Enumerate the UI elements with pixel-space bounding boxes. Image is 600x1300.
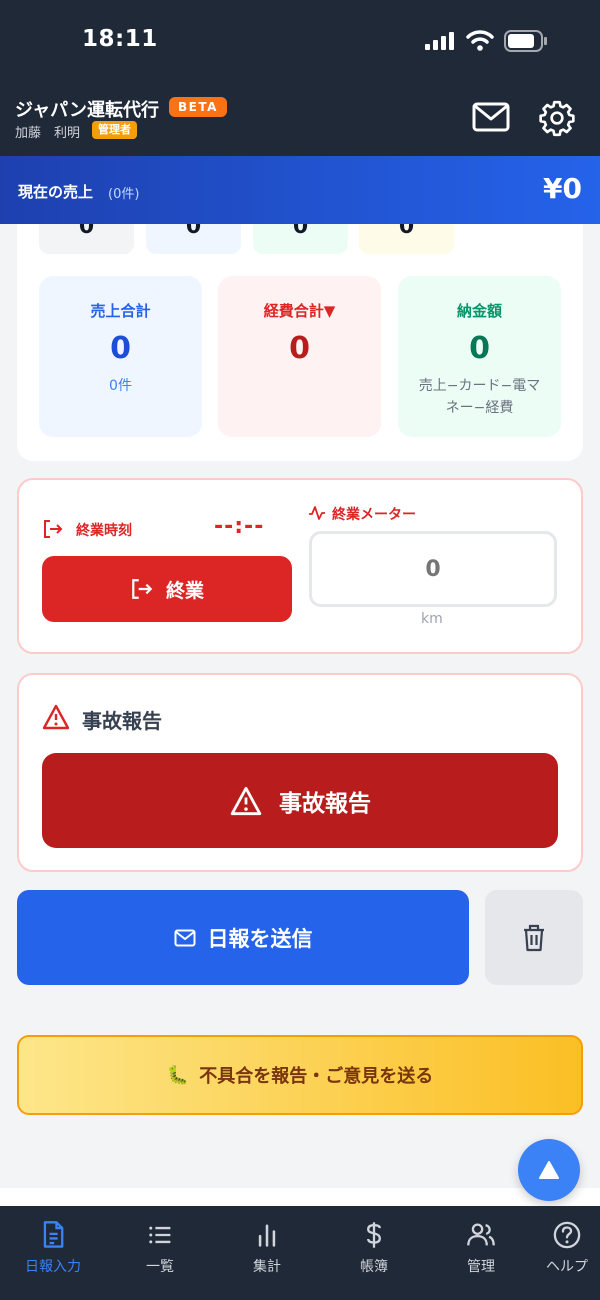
summary-chip: 0 [146, 224, 241, 254]
nav-label: 一覧 [146, 1259, 174, 1275]
accident-title: 事故報告 [82, 709, 162, 733]
logout-icon [132, 579, 153, 599]
feedback-label: 不具合を報告・ご意見を送る [199, 1066, 434, 1086]
dollar-icon [367, 1222, 381, 1248]
nav-label: 日報入力 [25, 1259, 81, 1275]
tile-value: 0 [110, 331, 131, 366]
beta-badge: BETA [169, 97, 227, 117]
delete-button[interactable] [485, 890, 583, 985]
accident-report-button[interactable]: 事故報告 [42, 753, 558, 848]
send-report-button[interactable]: 日報を送信 [17, 890, 469, 985]
nav-item-ledger[interactable]: 帳簿 [329, 1220, 419, 1276]
signal-icon [425, 32, 454, 50]
mail-icon [174, 929, 195, 946]
nav-label: ヘルプ [546, 1259, 588, 1275]
end-meter-input[interactable] [309, 531, 557, 607]
tile-sub: 0件 [109, 378, 132, 394]
accident-button-label: 事故報告 [279, 789, 371, 816]
tile-sub: 売上−カード−電マネー−経費 [418, 378, 541, 416]
meter-unit: km [421, 611, 443, 627]
tile-value: 0 [469, 331, 490, 366]
status-time: 18:11 [82, 26, 158, 52]
sales-count: (0件) [108, 187, 140, 202]
logout-icon [44, 520, 63, 538]
document-icon [43, 1221, 64, 1248]
tile-label: 売上合計 [90, 302, 151, 320]
activity-icon [309, 506, 325, 520]
battery-icon [504, 30, 547, 52]
end-work-button[interactable]: 終業 [42, 556, 292, 622]
nav-item-stats[interactable]: 集計 [222, 1220, 312, 1276]
nav-item-admin[interactable]: 管理 [436, 1220, 526, 1276]
nav-label: 集計 [253, 1259, 281, 1275]
nav-item-help[interactable]: ヘルプ [522, 1220, 600, 1276]
help-icon [553, 1221, 581, 1249]
end-time-value: --:-- [214, 514, 265, 539]
expense-total-tile[interactable]: 経費合計▼ 0 [218, 276, 381, 437]
tile-label: 納金額 [456, 302, 502, 320]
users-icon [467, 1223, 495, 1246]
feedback-button[interactable]: 🐛 不具合を報告・ご意見を送る [17, 1035, 583, 1115]
bug-icon: 🐛 [166, 1064, 190, 1085]
trash-icon [524, 924, 544, 951]
list-icon [149, 1226, 171, 1244]
tile-label: 経費合計▼ [263, 302, 336, 320]
nav-label: 管理 [467, 1259, 495, 1275]
scroll-top-button[interactable] [518, 1139, 580, 1201]
summary-chip: 0 [253, 224, 348, 254]
end-meter-label: 終業メーター [332, 507, 416, 523]
user-name: 加藤 利明 [15, 126, 81, 141]
nav-label: 帳簿 [360, 1259, 388, 1275]
sales-label: 現在の売上 [18, 183, 94, 201]
content-bottom [0, 1188, 600, 1206]
bar-chart-icon [258, 1224, 276, 1247]
role-badge: 管理者 [92, 121, 137, 139]
triangle-up-icon [539, 1161, 559, 1179]
summary-chip: 0 [39, 224, 134, 254]
nav-item-list[interactable]: 一覧 [115, 1220, 205, 1276]
summary-chip: 0 [359, 224, 454, 254]
mail-icon[interactable] [472, 101, 510, 133]
wifi-icon [466, 30, 494, 51]
end-time-label: 終業時刻 [76, 523, 132, 539]
end-work-button-label: 終業 [165, 580, 204, 602]
tile-value: 0 [289, 331, 310, 366]
payment-amount-tile: 納金額 0 売上−カード−電マネー−経費 [398, 276, 561, 437]
send-report-label: 日報を送信 [207, 927, 313, 951]
warning-icon [42, 704, 70, 730]
nav-item-daily-report[interactable]: 日報入力 [8, 1220, 98, 1276]
app-title: ジャパン運転代行 [15, 100, 159, 121]
gear-icon[interactable] [537, 98, 577, 138]
sales-total-tile: 売上合計 0 0件 [39, 276, 202, 437]
sales-amount: ¥0 [543, 172, 582, 205]
warning-icon [230, 786, 262, 815]
